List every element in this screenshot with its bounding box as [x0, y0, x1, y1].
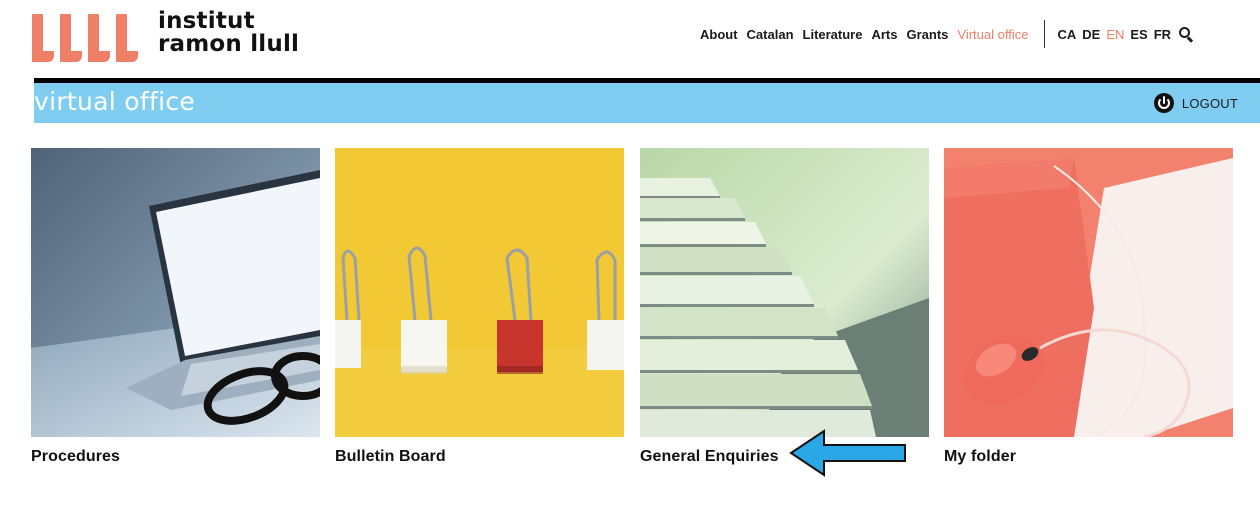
logo-line-1: institut — [158, 8, 255, 34]
binder-clips-photo[interactable] — [335, 148, 624, 437]
nav-item-arts[interactable]: Arts — [871, 27, 897, 42]
card-general-enquiries[interactable]: General Enquiries — [640, 148, 929, 466]
nav-item-grants[interactable]: Grants — [907, 27, 949, 42]
laptop-and-glasses-photo[interactable] — [31, 148, 320, 437]
paper-stacks-photo[interactable] — [640, 148, 929, 437]
lang-fr[interactable]: FR — [1154, 27, 1171, 42]
search-icon[interactable] — [1179, 27, 1194, 43]
nav-item-virtual-office[interactable]: Virtual office — [957, 27, 1028, 42]
site-header: institut ramon llull About Catalan Liter… — [0, 0, 1260, 78]
power-icon — [1153, 93, 1174, 113]
card-procedures[interactable]: Procedures — [31, 148, 320, 466]
lang-en[interactable]: EN — [1106, 27, 1124, 42]
nav-item-literature[interactable]: Literature — [803, 27, 863, 42]
left-arrow-icon — [788, 428, 908, 483]
language-switcher: CA DE EN ES FR — [1057, 27, 1194, 43]
main-nav: About Catalan Literature Arts Grants Vir… — [700, 20, 1194, 48]
lang-es[interactable]: ES — [1130, 27, 1147, 42]
section-band: virtual office LOGOUT — [34, 83, 1260, 123]
card-label-procedures[interactable]: Procedures — [31, 448, 320, 466]
nav-item-about[interactable]: About — [700, 27, 738, 42]
card-label-my-folder[interactable]: My folder — [944, 448, 1233, 466]
nav-item-catalan[interactable]: Catalan — [747, 27, 794, 42]
card-bulletin-board[interactable]: Bulletin Board — [335, 148, 624, 466]
page-title: virtual office — [34, 87, 196, 116]
nav-divider — [1044, 20, 1046, 48]
logo-mark-icon — [32, 14, 138, 62]
logo-text: institut ramon llull — [158, 10, 299, 56]
logout-button[interactable]: LOGOUT — [1153, 93, 1238, 113]
lang-de[interactable]: DE — [1082, 27, 1100, 42]
card-my-folder[interactable]: My folder — [944, 148, 1233, 466]
folder-and-mouse-photo[interactable] — [944, 148, 1233, 437]
lang-ca[interactable]: CA — [1057, 27, 1076, 42]
logout-label: LOGOUT — [1181, 95, 1238, 111]
card-label-bulletin-board[interactable]: Bulletin Board — [335, 448, 624, 466]
site-logo[interactable]: institut ramon llull — [32, 10, 299, 62]
logo-line-2: ramon llull — [158, 31, 300, 57]
